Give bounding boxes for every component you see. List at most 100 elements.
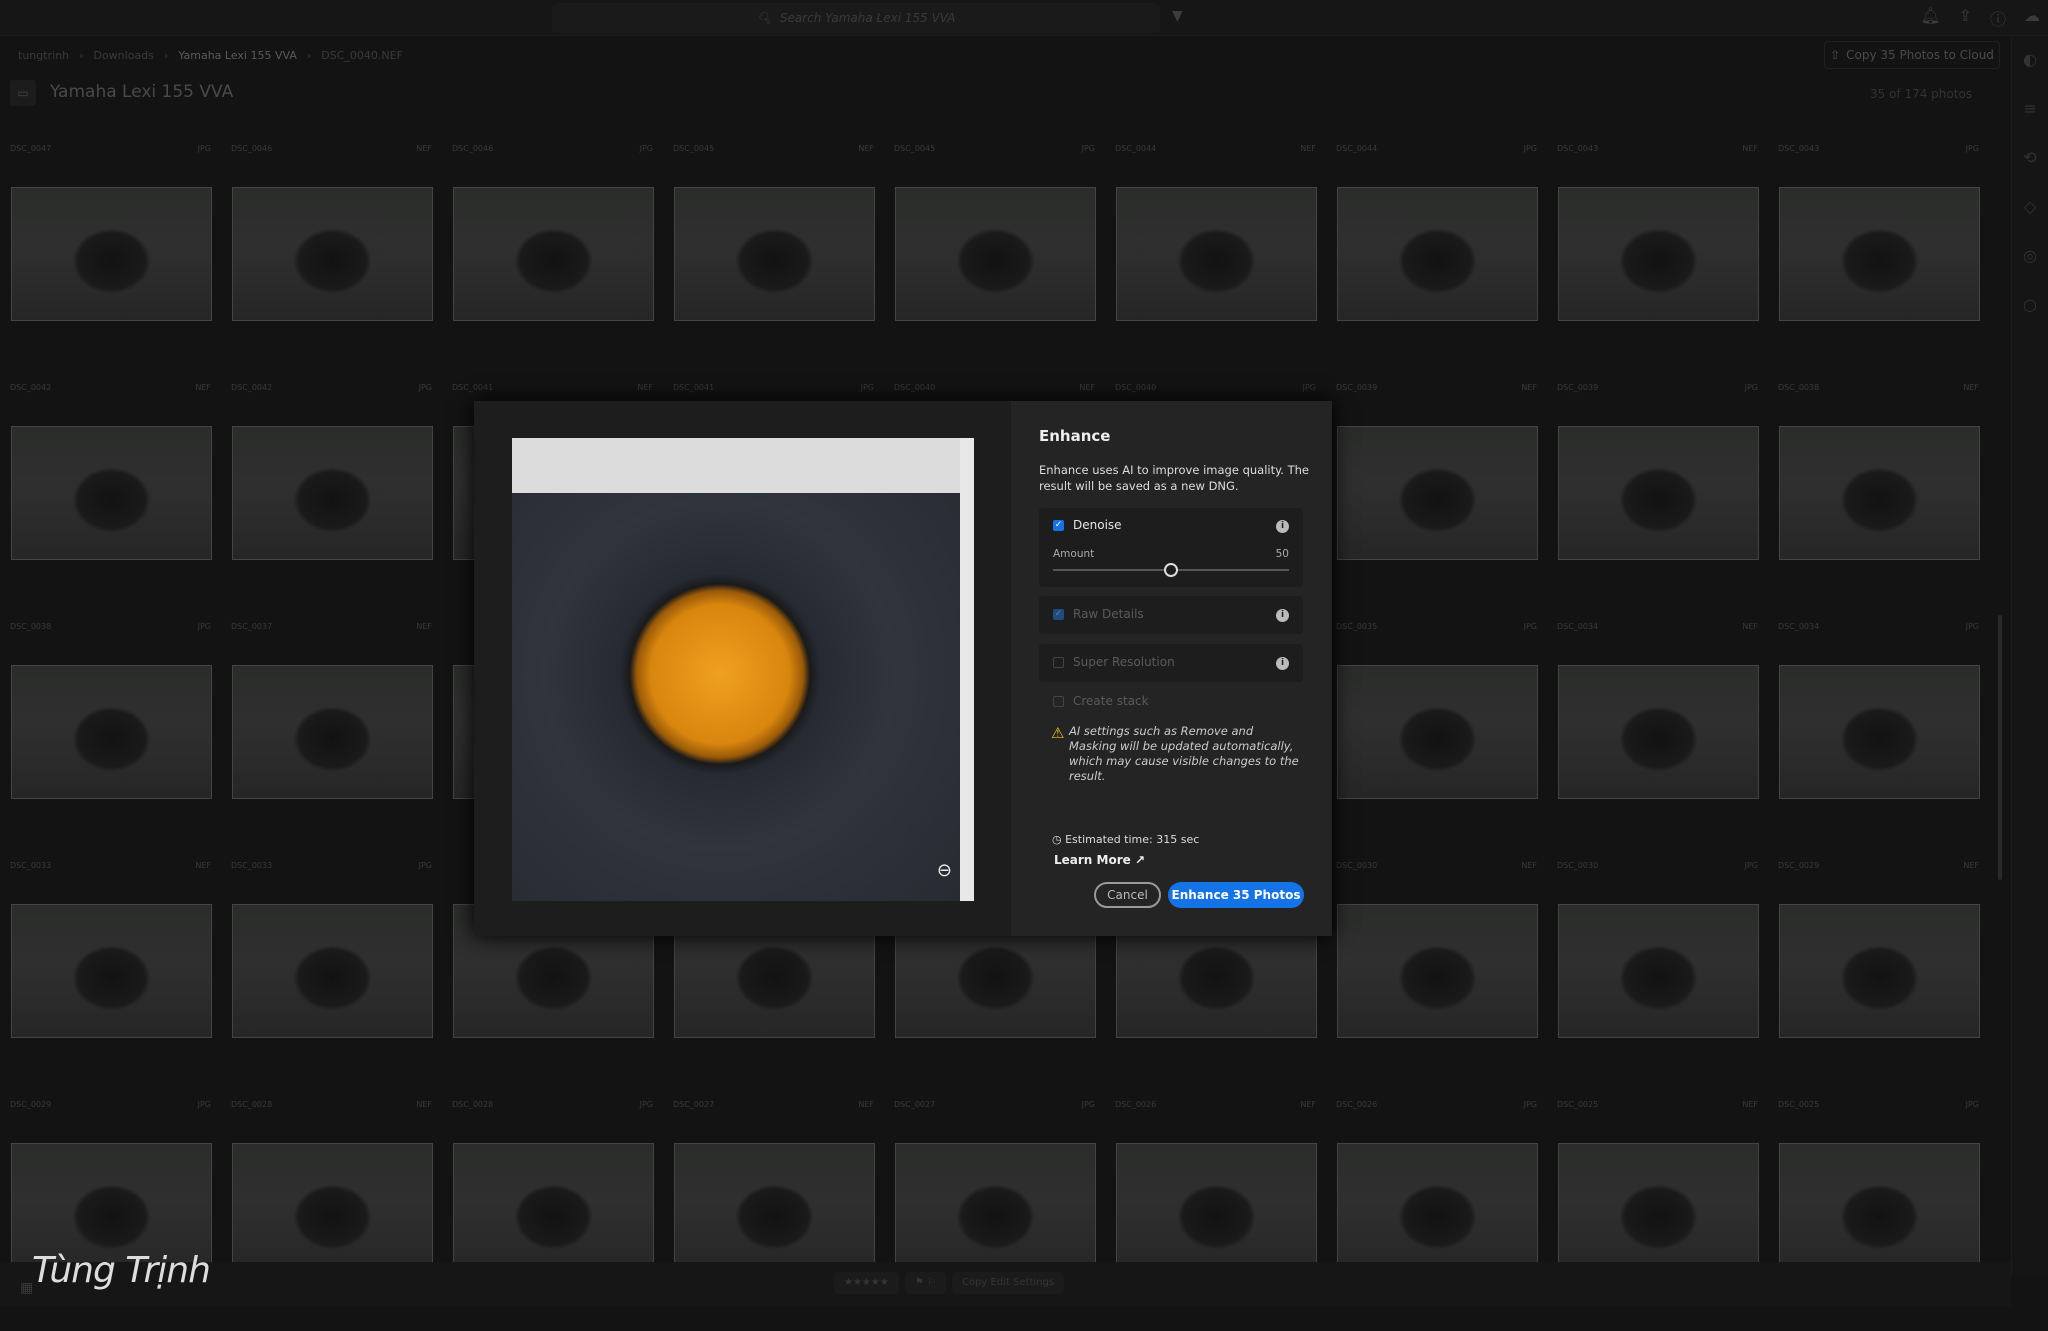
photo-thumbnail[interactable] <box>1558 904 1759 1038</box>
edit-icon[interactable]: ◐ <box>2012 50 2048 69</box>
cloud-icon[interactable]: ☁ <box>2024 6 2040 30</box>
photo-thumbnail[interactable] <box>1558 665 1759 799</box>
breadcrumb-item[interactable]: Downloads <box>93 49 153 62</box>
enhance-button[interactable]: Enhance 35 Photos <box>1168 882 1304 908</box>
photo-thumbnail[interactable] <box>1779 1143 1980 1277</box>
photo-thumbnail[interactable] <box>674 1143 875 1277</box>
cancel-button[interactable]: Cancel <box>1094 882 1161 908</box>
photo-tile[interactable]: DSC_0037 NEF <box>221 614 442 853</box>
photo-tile[interactable]: DSC_0039 NEF <box>1326 375 1547 614</box>
photo-thumbnail[interactable] <box>1558 187 1759 321</box>
photo-thumbnail[interactable] <box>232 904 433 1038</box>
file-type: JPG <box>1744 383 1758 392</box>
photo-tile[interactable]: DSC_0042 JPG <box>221 375 442 614</box>
photo-thumbnail[interactable] <box>11 904 212 1038</box>
breadcrumb-item[interactable]: tungtrinh <box>18 49 69 62</box>
filter-icon[interactable]: ▼ <box>1172 8 1183 24</box>
share-icon[interactable]: ⇪ <box>1959 6 1972 30</box>
denoise-checkbox[interactable]: ✓ <box>1053 520 1064 531</box>
photo-thumbnail[interactable] <box>1779 426 1980 560</box>
photo-tile[interactable]: DSC_0035 JPG <box>1326 614 1547 853</box>
photo-tile[interactable]: DSC_0045 JPG <box>884 136 1105 375</box>
rating-stars[interactable]: ★★★★★ <box>834 1272 899 1294</box>
copy-edit-settings-button[interactable]: Copy Edit Settings <box>951 1272 1065 1294</box>
photo-tile[interactable]: DSC_0043 NEF <box>1547 136 1768 375</box>
flag-buttons[interactable]: ⚑ ⚐ <box>904 1272 946 1294</box>
photo-thumbnail[interactable] <box>1116 1143 1317 1277</box>
photo-thumbnail[interactable] <box>1337 426 1538 560</box>
learn-more-link[interactable]: Learn More ↗ <box>1054 853 1145 867</box>
file-type: NEF <box>416 1100 432 1109</box>
photo-thumbnail[interactable] <box>674 187 875 321</box>
scrollbar[interactable] <box>1998 615 2002 880</box>
photo-tile[interactable]: DSC_0044 NEF <box>1105 136 1326 375</box>
photo-thumbnail[interactable] <box>232 187 433 321</box>
photo-tile[interactable]: DSC_0044 JPG <box>1326 136 1547 375</box>
photo-name: DSC_0033 <box>231 861 273 870</box>
photo-tile[interactable]: DSC_0034 JPG <box>1768 614 1989 853</box>
photo-thumbnail[interactable] <box>232 1143 433 1277</box>
photo-thumbnail[interactable] <box>1116 187 1317 321</box>
amount-value: 50 <box>1275 548 1289 560</box>
photo-thumbnail[interactable] <box>232 426 433 560</box>
photo-thumbnail[interactable] <box>1337 665 1538 799</box>
photo-thumbnail[interactable] <box>1779 187 1980 321</box>
photo-tile[interactable]: DSC_0030 NEF <box>1326 853 1547 1092</box>
raw-details-checkbox[interactable]: ✓ <box>1053 609 1064 620</box>
photo-tile[interactable]: DSC_0045 NEF <box>663 136 884 375</box>
sliders-icon[interactable]: ≡ <box>2012 99 2048 118</box>
photo-thumbnail[interactable] <box>1337 187 1538 321</box>
photo-thumbnail[interactable] <box>11 665 212 799</box>
photo-thumbnail[interactable] <box>11 426 212 560</box>
copy-to-cloud-button[interactable]: ⇧ Copy 35 Photos to Cloud <box>1824 41 2000 69</box>
super-resolution-checkbox[interactable] <box>1053 657 1064 668</box>
presets-icon[interactable]: ○ <box>2012 295 2048 314</box>
photo-tile[interactable]: DSC_0043 JPG <box>1768 136 1989 375</box>
amount-slider[interactable] <box>1053 563 1289 577</box>
photo-tile[interactable]: DSC_0039 JPG <box>1547 375 1768 614</box>
info-icon[interactable]: i <box>1276 657 1289 670</box>
raw-details-section: ✓ Raw Details i <box>1039 596 1303 634</box>
info-icon[interactable]: i <box>1276 520 1289 533</box>
photo-thumbnail[interactable] <box>453 1143 654 1277</box>
photo-tile[interactable]: DSC_0030 JPG <box>1547 853 1768 1092</box>
photo-tile[interactable]: DSC_0038 JPG <box>0 614 221 853</box>
file-type: NEF <box>195 861 211 870</box>
file-type: NEF <box>1742 1100 1758 1109</box>
photo-thumbnail[interactable] <box>1558 426 1759 560</box>
photo-tile[interactable]: DSC_0029 NEF <box>1768 853 1989 1092</box>
photo-tile[interactable]: DSC_0033 JPG <box>221 853 442 1092</box>
photo-tile[interactable]: DSC_0038 NEF <box>1768 375 1989 614</box>
breadcrumb-item[interactable]: Yamaha Lexi 155 VVA <box>178 49 297 62</box>
file-type: NEF <box>1521 861 1537 870</box>
breadcrumb-item[interactable]: DSC_0040.NEF <box>321 49 403 62</box>
photo-thumbnail[interactable] <box>1337 1143 1538 1277</box>
photo-thumbnail[interactable] <box>232 665 433 799</box>
photo-thumbnail[interactable] <box>1337 904 1538 1038</box>
help-icon[interactable]: ⓘ <box>1990 6 2006 30</box>
photo-thumbnail[interactable] <box>895 187 1096 321</box>
photo-thumbnail[interactable] <box>1558 1143 1759 1277</box>
create-stack-checkbox[interactable] <box>1053 696 1064 707</box>
zoom-out-icon[interactable]: ⊖ <box>937 860 952 881</box>
photo-thumbnail[interactable] <box>453 187 654 321</box>
photo-tile[interactable]: DSC_0047 JPG <box>0 136 221 375</box>
top-bar: 🔍︎ Search Yamaha Lexi 155 VVA ▼ 🔔︎ ⇪ ⓘ ☁ <box>0 0 2048 36</box>
photo-tile[interactable]: DSC_0033 NEF <box>0 853 221 1092</box>
slider-handle[interactable] <box>1164 563 1178 577</box>
photo-tile[interactable]: DSC_0046 JPG <box>442 136 663 375</box>
file-type: JPG <box>1744 861 1758 870</box>
info-icon[interactable]: i <box>1276 609 1289 622</box>
photo-thumbnail[interactable] <box>895 1143 1096 1277</box>
photo-tile[interactable]: DSC_0042 NEF <box>0 375 221 614</box>
photo-tile[interactable]: DSC_0034 NEF <box>1547 614 1768 853</box>
photo-thumbnail[interactable] <box>1779 904 1980 1038</box>
photo-thumbnail[interactable] <box>1779 665 1980 799</box>
search-input[interactable]: 🔍︎ Search Yamaha Lexi 155 VVA <box>552 3 1160 33</box>
photo-tile[interactable]: DSC_0046 NEF <box>221 136 442 375</box>
crop-icon[interactable]: ⟲ <box>2012 148 2048 167</box>
masking-icon[interactable]: ◎ <box>2012 246 2048 265</box>
eraser-icon[interactable]: ◇ <box>2012 197 2048 216</box>
photo-thumbnail[interactable] <box>11 187 212 321</box>
bell-icon[interactable]: 🔔︎ <box>1920 6 1940 30</box>
